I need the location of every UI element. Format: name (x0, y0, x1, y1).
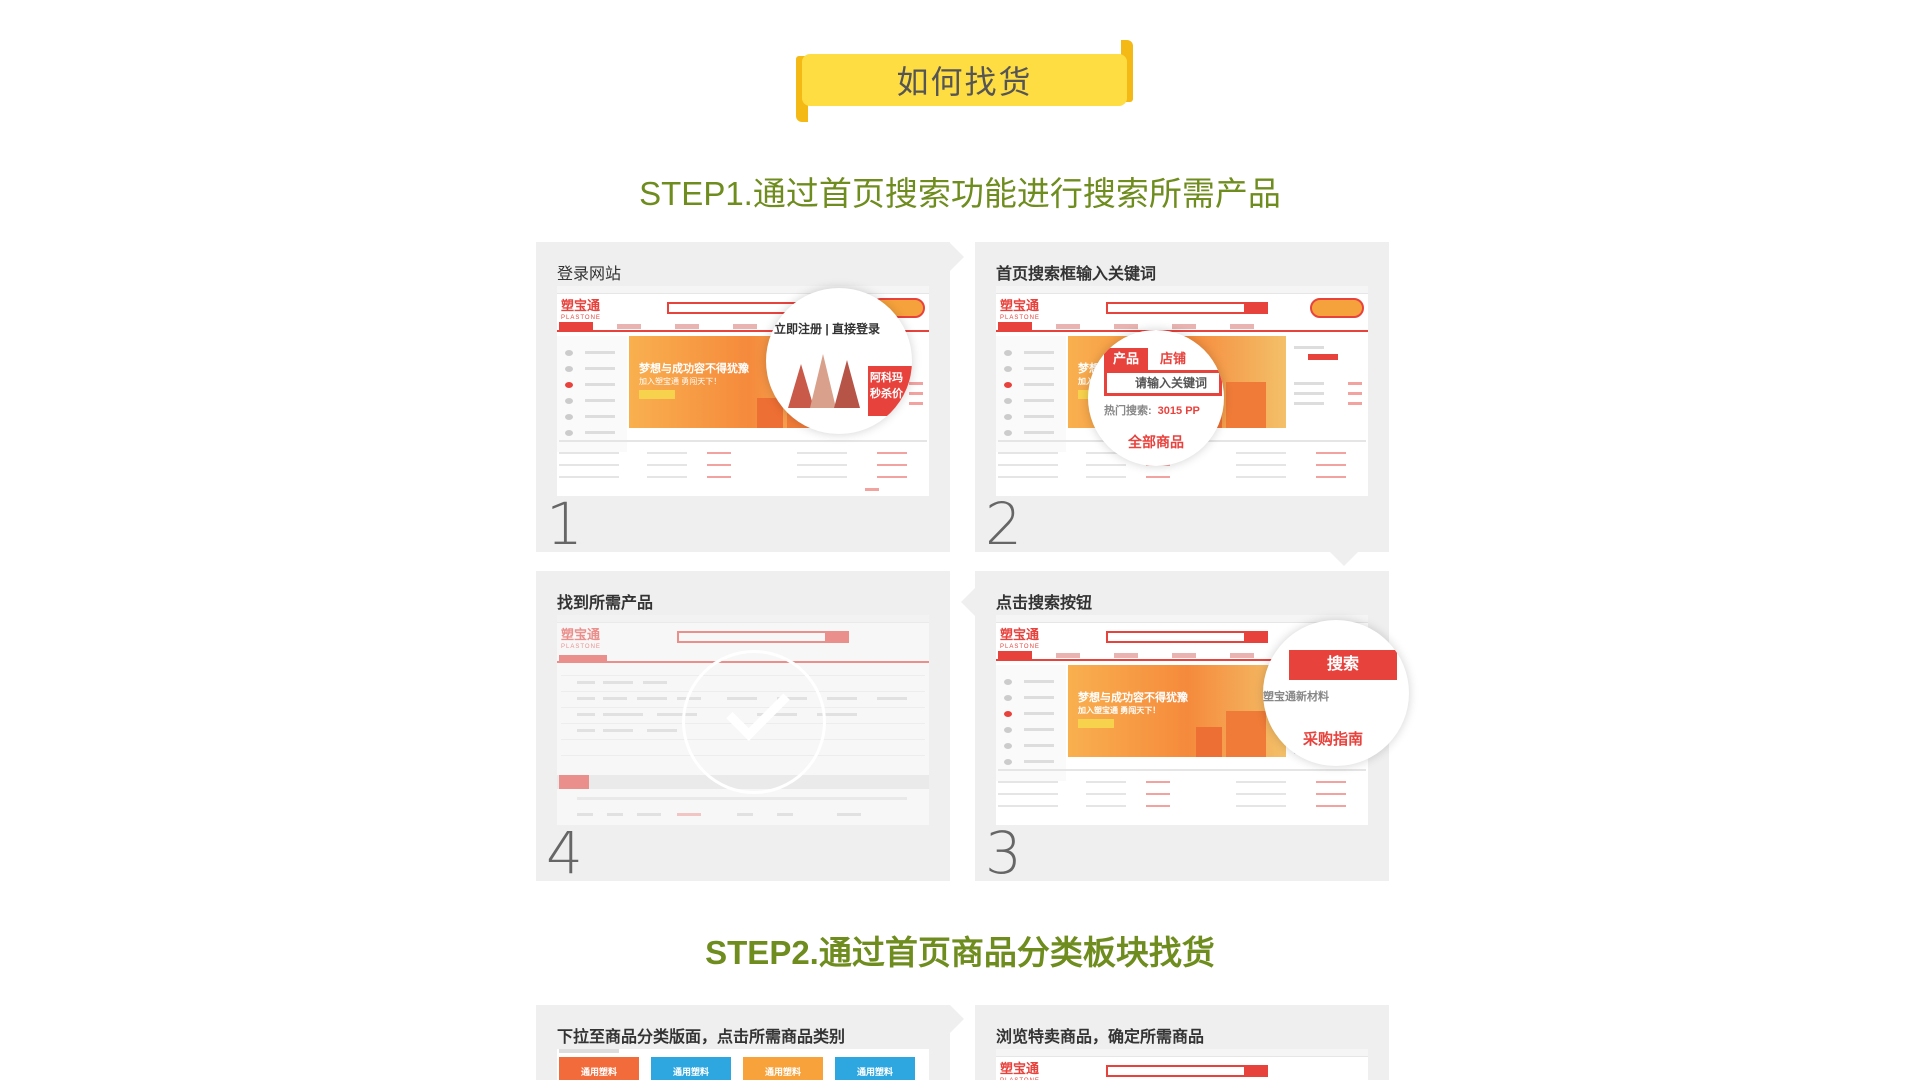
step1-title: STEP1.通过首页搜索功能进行搜索所需产品 (639, 175, 1281, 212)
step-number: 1 (546, 490, 583, 552)
company-name: 塑宝通新材料 (1263, 691, 1329, 703)
keyword-search-input[interactable]: 请输入关键词 (1104, 370, 1222, 396)
flow-arrow-down (1330, 552, 1358, 566)
flow-arrow-right (950, 243, 964, 271)
site-price-panel (1288, 336, 1368, 428)
category-tile: 通用塑料 (835, 1057, 915, 1080)
site-logo: 塑宝通PLASTONE (1000, 1061, 1040, 1080)
site-search-button (1244, 1065, 1268, 1077)
site-search-button (1244, 302, 1268, 314)
title-banner: 如何找货 (796, 40, 1133, 122)
category-section-screenshot: 通用塑料 通用塑料 通用塑料 通用塑料 (557, 1049, 929, 1080)
site-listing-rows (557, 434, 929, 496)
card-caption: 点击搜索按钮 (996, 595, 1093, 612)
card-caption: 登录网站 (557, 266, 622, 283)
card-caption: 找到所需产品 (557, 595, 654, 612)
category-tile: 通用塑料 (559, 1057, 639, 1080)
found-check-icon (682, 650, 826, 794)
site-search-button (1244, 631, 1268, 643)
purchase-guide-link[interactable]: 采购指南 (1303, 728, 1363, 749)
tab-shop[interactable]: 店铺 (1160, 348, 1186, 370)
card-caption: 下拉至商品分类版面，点击所需商品类别 (557, 1029, 846, 1046)
site-search-box (1106, 1065, 1246, 1077)
flow-arrow-left (961, 588, 975, 616)
flash-sale-label: 阿科玛 秒杀价 (868, 366, 912, 416)
login-links-zoom: 立即注册 | 直接登录 阿科玛 秒杀价 (766, 288, 912, 434)
website-screenshot: 塑宝通PLASTONE (996, 1049, 1368, 1080)
step-number: 3 (985, 819, 1022, 881)
site-logo: 塑宝通PLASTONE (561, 627, 601, 650)
banner-title: 如何找货 (896, 64, 1033, 100)
login-register-links[interactable]: 立即注册 | 直接登录 (774, 320, 880, 337)
search-button[interactable]: 搜索 (1289, 650, 1397, 680)
site-search-box (677, 631, 827, 643)
card-caption: 首页搜索框输入关键词 (996, 266, 1157, 283)
banner-ribbon: 如何找货 (802, 54, 1127, 106)
site-promo-badge (1310, 298, 1364, 318)
site-search-box (1106, 631, 1246, 643)
category-tile: 通用塑料 (743, 1057, 823, 1080)
site-listing-rows (996, 763, 1368, 825)
flow-arrow-right-step2 (950, 1005, 964, 1033)
hot-search-terms: 热门搜索: 3015 PP (1104, 405, 1200, 417)
tab-product[interactable]: 产品 (1104, 348, 1148, 370)
all-products-link[interactable]: 全部商品 (1128, 432, 1184, 452)
site-hero-banner: 梦想与成功容不得犹豫 加入塑宝通 勇闯天下！ (1068, 665, 1286, 757)
site-search-box (1106, 302, 1246, 314)
step2-card-1: 下拉至商品分类版面，点击所需商品类别 通用塑料 通用塑料 通用塑料 通用塑料 (536, 1005, 950, 1080)
step2-card-2: 浏览特卖商品，确定所需商品 塑宝通PLASTONE (975, 1005, 1389, 1080)
step-number: 2 (985, 490, 1022, 552)
category-tile: 通用塑料 (651, 1057, 731, 1080)
site-nav (996, 322, 1368, 332)
site-search-button (825, 631, 849, 643)
step2-title: STEP2.通过首页商品分类板块找货 (705, 934, 1215, 971)
card-caption: 浏览特卖商品，确定所需商品 (996, 1029, 1205, 1046)
search-box-zoom: 产品 店铺 请输入关键词 热门搜索: 3015 PP 全部商品 (1088, 330, 1224, 466)
search-button-zoom: 搜索 塑宝通新材料 采购指南 (1263, 620, 1409, 766)
step-number: 4 (546, 819, 583, 881)
